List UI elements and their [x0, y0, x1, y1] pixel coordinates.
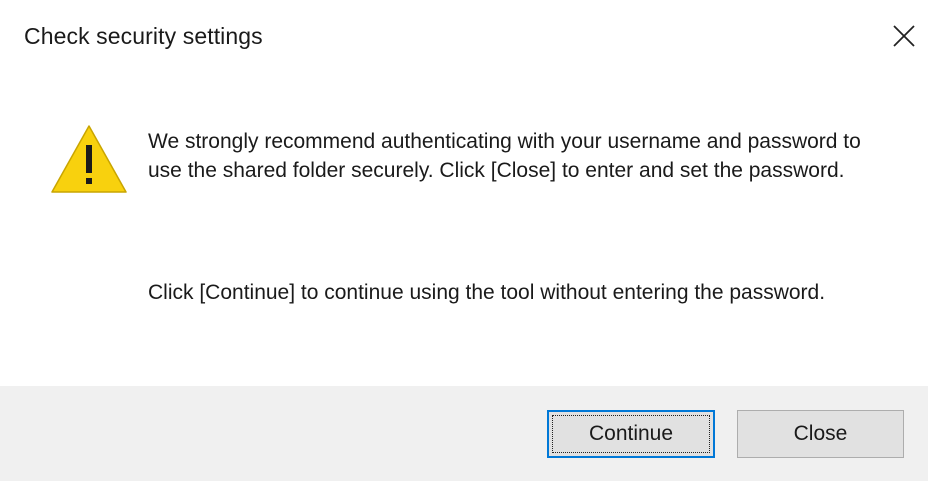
close-button-label: Close [793, 422, 848, 445]
close-button[interactable]: Close [737, 410, 904, 458]
message-recommendation: We strongly recommend authenticating wit… [148, 130, 861, 182]
continue-button-label: Continue [588, 422, 674, 445]
continue-button[interactable]: Continue [547, 410, 715, 458]
security-dialog: Check security settings We strongly reco… [0, 0, 928, 481]
dialog-title: Check security settings [24, 23, 263, 49]
warning-icon [50, 123, 128, 195]
close-x-glyph [893, 25, 915, 47]
title-bar: Check security settings [0, 0, 928, 80]
message-continue-info: Click [Continue] to continue using the t… [148, 281, 826, 304]
button-bar: Continue Close [0, 386, 928, 481]
close-icon[interactable] [884, 18, 924, 54]
dialog-content: We strongly recommend authenticating wit… [0, 80, 928, 386]
